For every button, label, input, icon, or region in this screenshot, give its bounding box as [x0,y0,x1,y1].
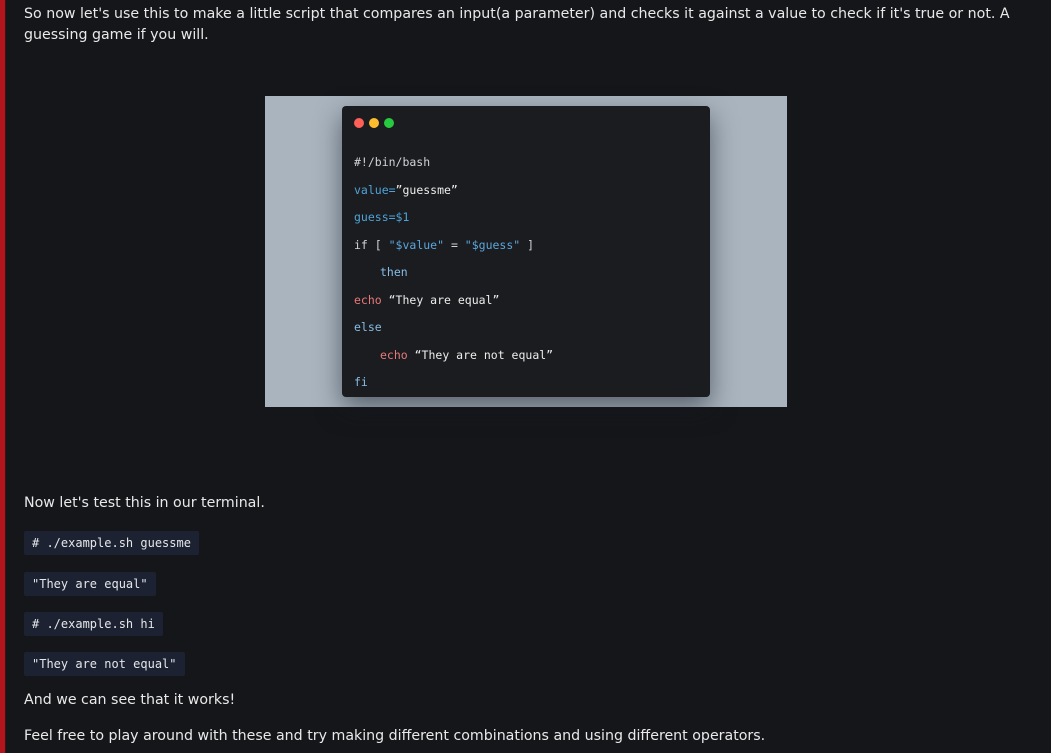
left-accent-bar [0,0,6,753]
code-token: if [ [354,238,389,252]
code-token: ] [520,238,535,252]
terminal-output-equal: "They are equal" [24,572,156,596]
code-line-then: then [380,265,408,279]
code-line-shebang: #!/bin/bash [354,155,431,169]
terminal-command-guessme: # ./example.sh guessme [24,531,199,555]
code-line-echo-not-equal: echo “They are not equal” [380,348,553,362]
code-token: “They are not equal” [407,348,554,362]
code-screenshot-image: #!/bin/bash value=”guessme” guess=$1 if … [265,96,787,407]
code-token: "$value" [388,238,445,252]
code-line-else: else [354,320,382,334]
terminal-command-hi: # ./example.sh hi [24,612,163,636]
code-token: ”guessme” [395,183,458,197]
test-intro-paragraph: Now let's test this in our terminal. [24,495,265,511]
intro-paragraph: So now let's use this to make a little s… [24,6,1010,43]
works-paragraph: And we can see that it works! [24,692,236,708]
terminal-output-not-equal: "They are not equal" [24,652,185,676]
code-line-value: value=”guessme” [354,183,458,197]
code-token: value= [354,183,396,197]
code-token: echo [380,348,408,362]
outro-paragraph: Feel free to play around with these and … [24,728,766,744]
code-token: echo [354,293,382,307]
code-line-if: if [ "$value" = "$guess" ] [354,238,534,252]
code-line-fi: fi [354,375,368,389]
code-window: #!/bin/bash value=”guessme” guess=$1 if … [342,106,710,397]
code-token: “They are equal” [381,293,500,307]
minimize-dot-icon [369,118,379,128]
code-token: "$guess" [464,238,521,252]
code-line-echo-equal: echo “They are equal” [354,293,499,307]
maximize-dot-icon [384,118,394,128]
close-dot-icon [354,118,364,128]
code-token: = [444,238,465,252]
code-line-guess: guess=$1 [354,210,410,224]
